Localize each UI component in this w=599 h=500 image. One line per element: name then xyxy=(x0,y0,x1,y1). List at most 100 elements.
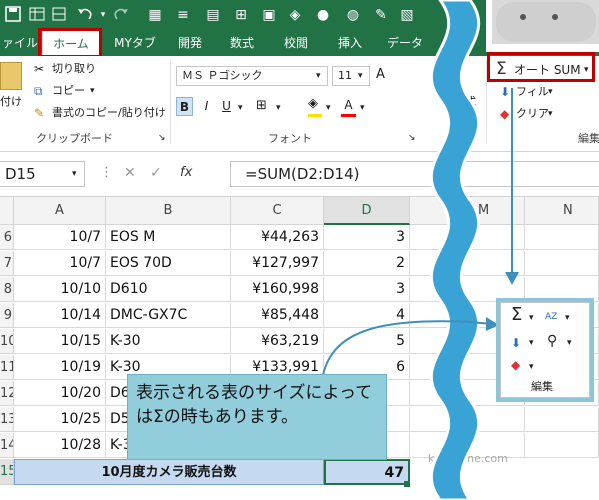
date-cell[interactable]: 10/14 xyxy=(14,303,106,328)
align-icon[interactable]: ≡ xyxy=(174,6,192,24)
model-cell[interactable]: EOS M xyxy=(106,225,231,250)
fill-button[interactable]: フィル xyxy=(516,84,549,100)
date-cell[interactable]: 10/25 xyxy=(14,407,106,432)
qty-cell[interactable]: 3 xyxy=(324,225,410,250)
italic-button[interactable]: I xyxy=(198,97,215,116)
pen-icon[interactable]: ✎ xyxy=(372,6,390,24)
fill-down-icon[interactable]: ⬇ xyxy=(511,335,521,351)
tab-mytab[interactable]: MYタブ xyxy=(110,30,160,56)
save-icon[interactable] xyxy=(4,6,22,24)
column-header-b[interactable]: B xyxy=(106,197,231,225)
price-cell[interactable]: ¥63,219 xyxy=(231,329,324,354)
paste-icon[interactable] xyxy=(0,62,22,90)
font-color-button[interactable]: A xyxy=(340,96,357,115)
row-header[interactable]: 12 xyxy=(0,381,14,406)
price-cell[interactable]: ¥127,997 xyxy=(231,251,324,276)
formula-bar-menu-icon[interactable]: ⋮ xyxy=(100,165,113,181)
column-header-d[interactable]: D xyxy=(324,197,410,225)
fill-dropdown-icon[interactable]: ▾ xyxy=(529,335,534,351)
eraser-icon[interactable]: ◆ xyxy=(511,357,520,373)
column-header-n[interactable]: N xyxy=(525,197,599,225)
paste-label[interactable]: 付け xyxy=(0,94,22,110)
font-launcher-icon[interactable]: ↘ xyxy=(408,130,416,146)
palette-icon[interactable]: ◍ xyxy=(344,6,362,24)
date-cell[interactable]: 10/20 xyxy=(14,381,106,406)
bold-button[interactable]: B xyxy=(176,97,193,116)
chart-icon[interactable]: ▤ xyxy=(204,6,222,24)
format-painter-button[interactable]: 書式のコピー/貼り付け xyxy=(52,105,166,121)
model-cell[interactable]: DMC-GX7C xyxy=(106,303,231,328)
row-header[interactable]: 15 xyxy=(0,459,14,485)
font-size-dropdown-icon[interactable]: ▾ xyxy=(358,68,363,84)
underline-dropdown-icon[interactable]: ▾ xyxy=(238,100,243,116)
date-cell[interactable]: 10/7 xyxy=(14,225,106,250)
fill-dropdown-icon[interactable]: ▾ xyxy=(548,84,553,100)
date-cell[interactable]: 10/10 xyxy=(14,277,106,302)
row-header[interactable]: 7 xyxy=(0,251,14,276)
clear-dropdown-icon[interactable]: ▾ xyxy=(529,359,534,375)
row-header[interactable]: 13 xyxy=(0,407,14,432)
date-cell[interactable]: 10/7 xyxy=(14,251,106,276)
font-color-dropdown-icon[interactable]: ▾ xyxy=(360,100,365,116)
qty-cell[interactable]: 5 xyxy=(324,329,410,354)
grow-font-icon[interactable]: A xyxy=(376,67,385,83)
column-header-a[interactable]: A xyxy=(14,197,106,225)
clipboard-launcher-icon[interactable]: ↘ xyxy=(158,130,166,146)
table-icon[interactable] xyxy=(50,6,68,24)
borders-dropdown-icon[interactable]: ▾ xyxy=(276,100,281,116)
model-cell[interactable]: K-30 xyxy=(106,329,231,354)
format-painter-icon[interactable]: ▦ xyxy=(146,6,164,24)
undo-icon[interactable] xyxy=(76,6,94,24)
date-cell[interactable]: 10/15 xyxy=(14,329,106,354)
fill-color-dropdown-icon[interactable]: ▾ xyxy=(326,100,331,116)
formula-input[interactable]: =SUM(D2:D14) xyxy=(230,161,599,187)
empty-cell[interactable] xyxy=(525,433,599,458)
qty-cell[interactable]: 4 xyxy=(324,303,410,328)
tab-review[interactable]: 校閲 xyxy=(276,30,316,56)
borders-icon[interactable]: ⊞ xyxy=(256,98,267,114)
copy-dropdown-icon[interactable]: ▾ xyxy=(90,83,95,99)
empty-cell[interactable] xyxy=(410,251,525,276)
data-icon[interactable]: ⊞ xyxy=(232,6,250,24)
circle-icon[interactable]: ● xyxy=(314,6,332,24)
price-cell[interactable]: ¥85,448 xyxy=(231,303,324,328)
cancel-button[interactable]: ✕ xyxy=(124,165,136,181)
copy-button[interactable]: コピー xyxy=(52,83,85,99)
empty-cell[interactable] xyxy=(525,277,599,302)
bucket-icon[interactable]: ◈ xyxy=(286,6,304,24)
underline-button[interactable]: U xyxy=(218,97,235,116)
model-cell[interactable]: D610 xyxy=(106,277,231,302)
fill-handle[interactable] xyxy=(404,481,410,487)
empty-cell[interactable] xyxy=(410,277,525,302)
column-header-c[interactable]: C xyxy=(231,197,324,225)
qty-cell[interactable]: 2 xyxy=(324,251,410,276)
fill-color-icon[interactable]: ◈ xyxy=(308,96,318,112)
find-dropdown-icon[interactable]: ▾ xyxy=(567,335,572,351)
redo-icon[interactable] xyxy=(112,6,130,24)
empty-cell[interactable] xyxy=(525,407,599,432)
font-size-select[interactable]: 11 xyxy=(332,66,370,86)
autosum-icon[interactable]: Σ xyxy=(511,306,522,324)
tab-file[interactable]: ァイル xyxy=(0,30,38,56)
empty-cell[interactable] xyxy=(410,225,525,250)
row-header[interactable]: 11 xyxy=(0,355,14,380)
total-label-cell[interactable]: 10月度カメラ販売台数 xyxy=(14,459,324,485)
border-icon[interactable]: ▣ xyxy=(260,6,278,24)
date-cell[interactable]: 10/19 xyxy=(14,355,106,380)
empty-cell[interactable] xyxy=(525,251,599,276)
font-name-dropdown-icon[interactable]: ▾ xyxy=(316,68,321,84)
grid-icon[interactable] xyxy=(28,6,46,24)
date-cell[interactable]: 10/28 xyxy=(14,433,106,458)
row-header[interactable]: 8 xyxy=(0,277,14,302)
empty-cell[interactable] xyxy=(525,225,599,250)
column-header-m[interactable]: M xyxy=(410,197,525,225)
row-header[interactable]: 14 xyxy=(0,433,14,458)
row-header[interactable]: 10 xyxy=(0,329,14,354)
tab-data[interactable]: データ xyxy=(380,30,430,56)
empty-cell[interactable] xyxy=(410,407,525,432)
price-cell[interactable]: ¥160,998 xyxy=(231,277,324,302)
font-name-select[interactable]: ＭＳ Ｐゴシック xyxy=(176,66,328,86)
price-cell[interactable]: ¥44,263 xyxy=(231,225,324,250)
clear-button[interactable]: クリア xyxy=(516,106,549,122)
insert-function-button[interactable]: fx xyxy=(180,165,192,181)
